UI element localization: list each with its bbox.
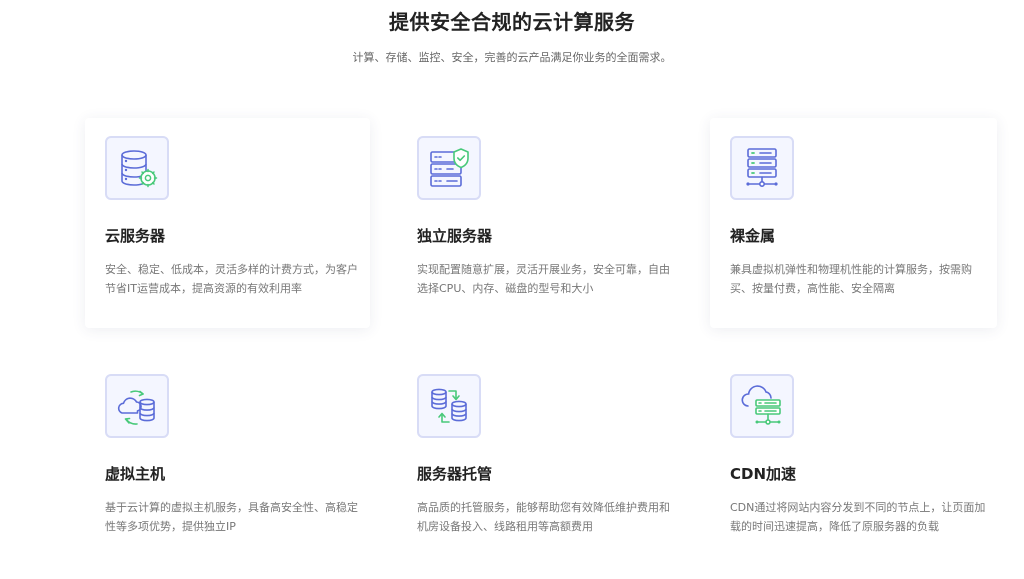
- card-title: CDN加速: [730, 465, 797, 483]
- service-card-dedicated-server[interactable]: 独立服务器 实现配置随意扩展，灵活开展业务，安全可靠，自由选择CPU、内存、磁盘…: [397, 118, 682, 328]
- server-shield-icon: [417, 136, 481, 200]
- card-title: 独立服务器: [417, 227, 493, 245]
- card-description: CDN通过将网站内容分发到不同的节点上，让页面加载的时间迅速提高，降低了原服务器…: [730, 501, 986, 533]
- service-card-cloud-server[interactable]: 云服务器 安全、稳定、低成本，灵活多样的计费方式，为客户节省IT运营成本，提高资…: [85, 118, 370, 328]
- service-card-colocation[interactable]: 服务器托管 高品质的托管服务，能够帮助您有效降低维护费用和机房设备投入、线路租用…: [397, 356, 682, 566]
- service-card-cdn[interactable]: CDN加速 CDN通过将网站内容分发到不同的节点上，让页面加载的时间迅速提高，降…: [710, 356, 997, 566]
- cloud-server-network-icon: [730, 374, 794, 438]
- card-title: 云服务器: [105, 227, 166, 245]
- server-database-gear-icon: [105, 136, 169, 200]
- card-description: 兼具虚拟机弹性和物理机性能的计算服务，按需购买、按量付费，高性能、安全隔离: [730, 263, 972, 295]
- section-title: 提供安全合规的云计算服务: [389, 10, 635, 34]
- card-title: 服务器托管: [417, 465, 493, 483]
- card-title: 虚拟主机: [105, 465, 166, 483]
- database-transfer-icon: [417, 374, 481, 438]
- card-title: 裸金属: [730, 227, 776, 245]
- card-description: 基于云计算的虚拟主机服务，具备高安全性、高稳定性等多项优势，提供独立IP: [105, 501, 358, 533]
- card-description: 高品质的托管服务，能够帮助您有效降低维护费用和机房设备投入、线路租用等高额费用: [417, 501, 670, 533]
- bare-metal-server-icon: [730, 136, 794, 200]
- cloud-sync-database-icon: [105, 374, 169, 438]
- service-card-virtual-host[interactable]: 虚拟主机 基于云计算的虚拟主机服务，具备高安全性、高稳定性等多项优势，提供独立I…: [85, 356, 370, 566]
- card-description: 实现配置随意扩展，灵活开展业务，安全可靠，自由选择CPU、内存、磁盘的型号和大小: [417, 263, 670, 295]
- card-description: 安全、稳定、低成本，灵活多样的计费方式，为客户节省IT运营成本，提高资源的有效利…: [105, 263, 358, 295]
- service-card-bare-metal[interactable]: 裸金属 兼具虚拟机弹性和物理机性能的计算服务，按需购买、按量付费，高性能、安全隔…: [710, 118, 997, 328]
- section-subtitle: 计算、存储、监控、安全，完善的云产品满足你业务的全面需求。: [352, 51, 672, 64]
